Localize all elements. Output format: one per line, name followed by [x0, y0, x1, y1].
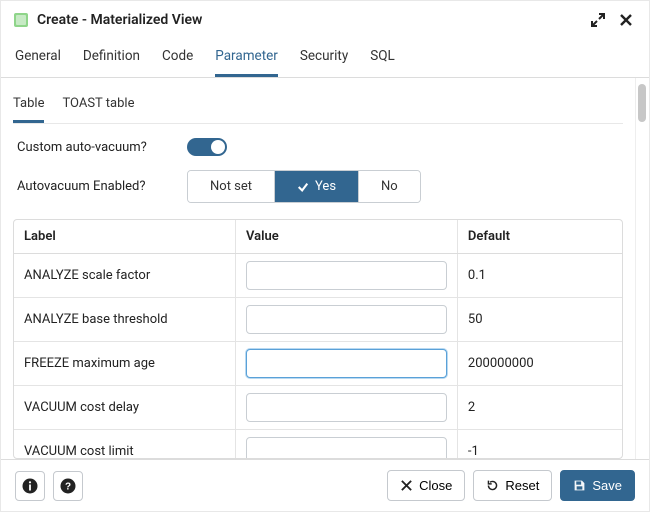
cell-value	[236, 430, 458, 458]
cell-value	[236, 386, 458, 429]
dialog-title: Create - Materialized View	[37, 12, 581, 28]
dialog-create-materialized-view: Create - Materialized View General Defini…	[0, 0, 650, 512]
reset-button[interactable]: Reset	[473, 470, 552, 501]
parameter-table: Label Value Default ANALYZE scale factor…	[13, 219, 623, 459]
cell-value	[236, 342, 458, 385]
seg-no[interactable]: No	[358, 171, 420, 202]
label-custom-auto-vacuum: Custom auto-vacuum?	[17, 140, 187, 155]
segmented-autovacuum-enabled: Not setYesNo	[187, 170, 421, 203]
row-custom-auto-vacuum: Custom auto-vacuum?	[17, 138, 619, 156]
main-tabs: General Definition Code Parameter Security SQ…	[1, 39, 649, 78]
th-default: Default	[458, 220, 622, 253]
cell-default: 200000000	[458, 342, 622, 385]
value-input[interactable]	[246, 261, 447, 290]
close-button[interactable]: Close	[387, 470, 465, 501]
sub-tabs: Table TOAST table	[13, 88, 623, 124]
seg-yes[interactable]: Yes	[274, 171, 358, 202]
table-header: Label Value Default	[14, 220, 622, 254]
info-button[interactable]	[15, 471, 45, 501]
tab-code[interactable]: Code	[162, 39, 193, 77]
cell-default: 50	[458, 298, 622, 341]
footer: ? Close Reset Save	[1, 459, 649, 511]
th-label: Label	[14, 220, 236, 253]
cell-label: FREEZE maximum age	[14, 342, 236, 385]
scrollbar-thumb[interactable]	[638, 84, 646, 122]
reset-button-label: Reset	[505, 478, 539, 493]
value-input[interactable]	[246, 305, 447, 334]
cell-label: ANALYZE scale factor	[14, 254, 236, 297]
svg-text:?: ?	[65, 481, 71, 492]
table-body: ANALYZE scale factor0.1ANALYZE base thre…	[14, 254, 622, 458]
content-inner: Table TOAST table Custom auto-vacuum? Aut…	[1, 78, 635, 459]
app-icon	[13, 12, 29, 28]
close-button-label: Close	[419, 478, 452, 493]
save-button-label: Save	[592, 478, 622, 493]
cell-default: 2	[458, 386, 622, 429]
cell-default: -1	[458, 430, 622, 458]
value-input[interactable]	[246, 349, 447, 378]
row-autovacuum-enabled: Autovacuum Enabled? Not setYesNo	[17, 170, 619, 203]
table-row: ANALYZE scale factor 0.1	[14, 254, 622, 298]
cell-value	[236, 254, 458, 297]
expand-button[interactable]	[587, 9, 609, 31]
cell-value	[236, 298, 458, 341]
table-row: FREEZE maximum age 200000000	[14, 342, 622, 386]
cell-default: 0.1	[458, 254, 622, 297]
value-input[interactable]	[246, 393, 447, 422]
tab-definition[interactable]: Definition	[83, 39, 140, 77]
label-autovacuum-enabled: Autovacuum Enabled?	[17, 179, 187, 194]
th-value: Value	[236, 220, 458, 253]
tab-sql[interactable]: SQL	[370, 39, 395, 77]
table-row: ANALYZE base threshold 50	[14, 298, 622, 342]
titlebar: Create - Materialized View	[1, 1, 649, 39]
cell-label: ANALYZE base threshold	[14, 298, 236, 341]
tab-parameter[interactable]: Parameter	[215, 39, 278, 77]
cell-label: VACUUM cost delay	[14, 386, 236, 429]
cell-label: VACUUM cost limit	[14, 430, 236, 458]
save-button[interactable]: Save	[560, 470, 635, 501]
close-window-button[interactable]	[615, 9, 637, 31]
help-button[interactable]: ?	[53, 471, 83, 501]
table-row: VACUUM cost delay 2	[14, 386, 622, 430]
form-area: Custom auto-vacuum? Autovacuum Enabled? …	[13, 124, 623, 217]
content-wrap: Table TOAST table Custom auto-vacuum? Aut…	[1, 78, 649, 459]
tab-general[interactable]: General	[15, 39, 61, 77]
tab-security[interactable]: Security	[300, 39, 348, 77]
seg-not-set[interactable]: Not set	[188, 171, 274, 202]
subtab-table[interactable]: Table	[13, 88, 44, 123]
subtab-toast-table[interactable]: TOAST table	[62, 88, 134, 123]
toggle-custom-auto-vacuum[interactable]	[187, 138, 227, 156]
scrollbar-vertical[interactable]	[635, 78, 649, 459]
value-input[interactable]	[246, 437, 447, 458]
table-row: VACUUM cost limit -1	[14, 430, 622, 458]
